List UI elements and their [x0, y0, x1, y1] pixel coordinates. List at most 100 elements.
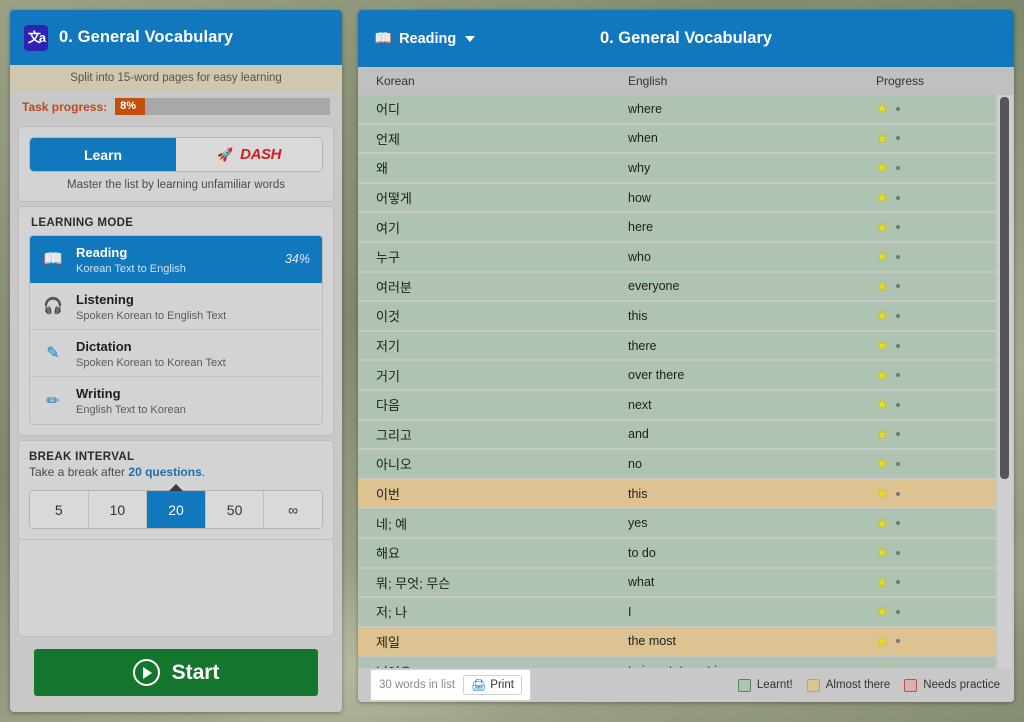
cell-english: to do [628, 545, 656, 560]
cell-english: what [628, 575, 655, 590]
star-icon: ★ [876, 455, 889, 472]
star-icon: ★ [876, 366, 889, 383]
cell-korean: 어떻게 [376, 191, 412, 207]
dot-icon [895, 521, 900, 526]
learning-mode-listening[interactable]: 🎧 Listening Spoken Korean to English Tex… [30, 283, 322, 330]
print-button[interactable]: 🖨 Print [463, 675, 522, 695]
cell-korean: 이것 [376, 309, 400, 325]
star-icon: ★ [876, 485, 889, 502]
learning-mode-percent: 34% [284, 252, 310, 266]
footer-left-group: 30 words in list 🖨 Print [370, 669, 531, 701]
cell-english: when [628, 131, 658, 146]
learning-mode-name: Reading [76, 244, 128, 260]
page-title: 0. General Vocabulary [59, 28, 234, 46]
break-option-20[interactable]: 20 [147, 491, 206, 528]
cell-english: how [628, 190, 651, 205]
dot-icon [895, 195, 900, 200]
learning-mode-writing[interactable]: ✏ Writing English Text to Korean [30, 377, 322, 424]
learning-mode-label: LEARNING MODE [31, 217, 134, 229]
cell-english: I [628, 604, 632, 619]
cell-progress: ★ [876, 367, 996, 384]
cell-korean: 뭐; 무엇; 무슨 [376, 575, 451, 591]
break-option-50[interactable]: 50 [205, 491, 265, 528]
table-row[interactable]: 이번 this ★ [358, 479, 996, 510]
break-sub-post: . [201, 465, 206, 479]
break-option-5[interactable]: 5 [30, 491, 89, 528]
table-row[interactable]: 왜 why ★ [358, 154, 996, 184]
table-row[interactable]: 네; 예 yes ★ [358, 509, 996, 539]
cell-korean: 거기 [376, 368, 400, 384]
learning-mode-sub: Korean Text to English [76, 262, 186, 275]
words-in-list-count: 30 words in list [379, 679, 456, 691]
dash-tab[interactable]: 🚀 DASH [176, 138, 322, 171]
start-button[interactable]: Start [34, 649, 318, 696]
column-header-progress: Progress [876, 74, 925, 88]
table-row[interactable]: 거기 over there ★ [358, 361, 996, 391]
learn-tab[interactable]: Learn [30, 138, 176, 171]
table-row[interactable]: 저; 나 I ★ [358, 598, 996, 628]
star-icon: ★ [876, 159, 889, 176]
table-row[interactable]: 이것 this ★ [358, 302, 996, 332]
learning-mode-text: Dictation Spoken Korean to Korean Text [76, 338, 310, 369]
dot-icon [895, 136, 900, 141]
book-icon: 📖 [43, 251, 63, 268]
table-row[interactable]: 넣어요to insert; to put in★ [358, 657, 996, 668]
legend-item: Almost there [806, 678, 890, 692]
right-panel-footer: 30 words in list 🖨 Print Learnt! Almost t… [358, 668, 1014, 702]
table-row[interactable]: 해요 to do ★ [358, 538, 996, 569]
legend-label: Needs practice [923, 679, 1000, 691]
table-row[interactable]: 그리고 and ★ [358, 420, 996, 451]
star-icon: ★ [876, 277, 889, 294]
cell-english: everyone [628, 279, 680, 294]
cell-progress: ★ [876, 633, 996, 650]
table-row[interactable]: 어떻게 how ★ [358, 183, 996, 214]
printer-icon: 🖨 [471, 678, 487, 692]
cell-korean: 어디 [376, 102, 400, 118]
task-progress-value: 8% [120, 100, 137, 112]
break-interval-options: 5 10 20 50 ∞ [29, 490, 323, 529]
scrollbar-thumb[interactable] [1000, 97, 1009, 479]
table-row[interactable]: 누구 who ★ [358, 242, 996, 273]
break-option-10[interactable]: 10 [88, 491, 148, 528]
vertical-scrollbar[interactable] [998, 95, 1012, 668]
table-row[interactable]: 여기 here ★ [358, 213, 996, 243]
table-row[interactable]: 언제 when ★ [358, 124, 996, 155]
dot-icon [895, 550, 900, 555]
mode-selector[interactable]: 📖 Reading [374, 30, 476, 47]
dot-icon [895, 432, 900, 437]
table-row[interactable]: 저기 there ★ [358, 331, 996, 362]
learning-mode-card: LEARNING MODE 📖 Reading Korean Text to E… [18, 206, 334, 436]
cell-progress: ★ [876, 278, 996, 295]
break-interval-label: BREAK INTERVAL [29, 451, 135, 463]
learn-mode-card: Learn 🚀 DASH Master the list by learning… [18, 126, 334, 202]
table-row[interactable]: 어디 where ★ [358, 95, 996, 125]
table-row[interactable]: 제일 the most ★ [358, 627, 996, 658]
dot-icon [895, 402, 900, 407]
star-icon: ★ [876, 307, 889, 324]
table-row[interactable]: 다음 next ★ [358, 390, 996, 421]
table-row[interactable]: 여러분 everyone ★ [358, 272, 996, 303]
cell-korean: 왜 [376, 161, 388, 177]
star-icon: ★ [876, 514, 889, 531]
table-row[interactable]: 뭐; 무엇; 무슨 what ★ [358, 568, 996, 599]
break-interval-options-wrap: 5 10 20 50 ∞ [29, 484, 323, 529]
dot-icon [895, 580, 900, 585]
dot-icon [895, 491, 900, 496]
legend-swatch [806, 678, 820, 692]
table-row[interactable]: 아니오 no ★ [358, 450, 996, 480]
break-option-infinite[interactable]: ∞ [264, 491, 322, 528]
learn-mode-help: Master the list by learning unfamiliar w… [67, 179, 285, 191]
star-icon: ★ [876, 129, 889, 146]
task-progress-row: Task progress: 8% [10, 91, 342, 122]
cell-korean: 제일 [376, 634, 400, 650]
cell-progress: ★ [876, 485, 996, 502]
learning-mode-dictation[interactable]: ✎ Dictation Spoken Korean to Korean Text [30, 330, 322, 377]
learning-mode-reading[interactable]: 📖 Reading Korean Text to English 34% [30, 236, 322, 283]
star-icon: ★ [876, 425, 889, 442]
learning-mode-sub: English Text to Korean [76, 404, 186, 416]
cell-korean: 그리고 [376, 427, 412, 443]
learning-mode-sub: Spoken Korean to Korean Text [76, 356, 226, 369]
column-header-english: English [628, 74, 668, 88]
table-header: Korean English Progress [358, 67, 1014, 95]
cell-progress: ★ [876, 515, 996, 532]
